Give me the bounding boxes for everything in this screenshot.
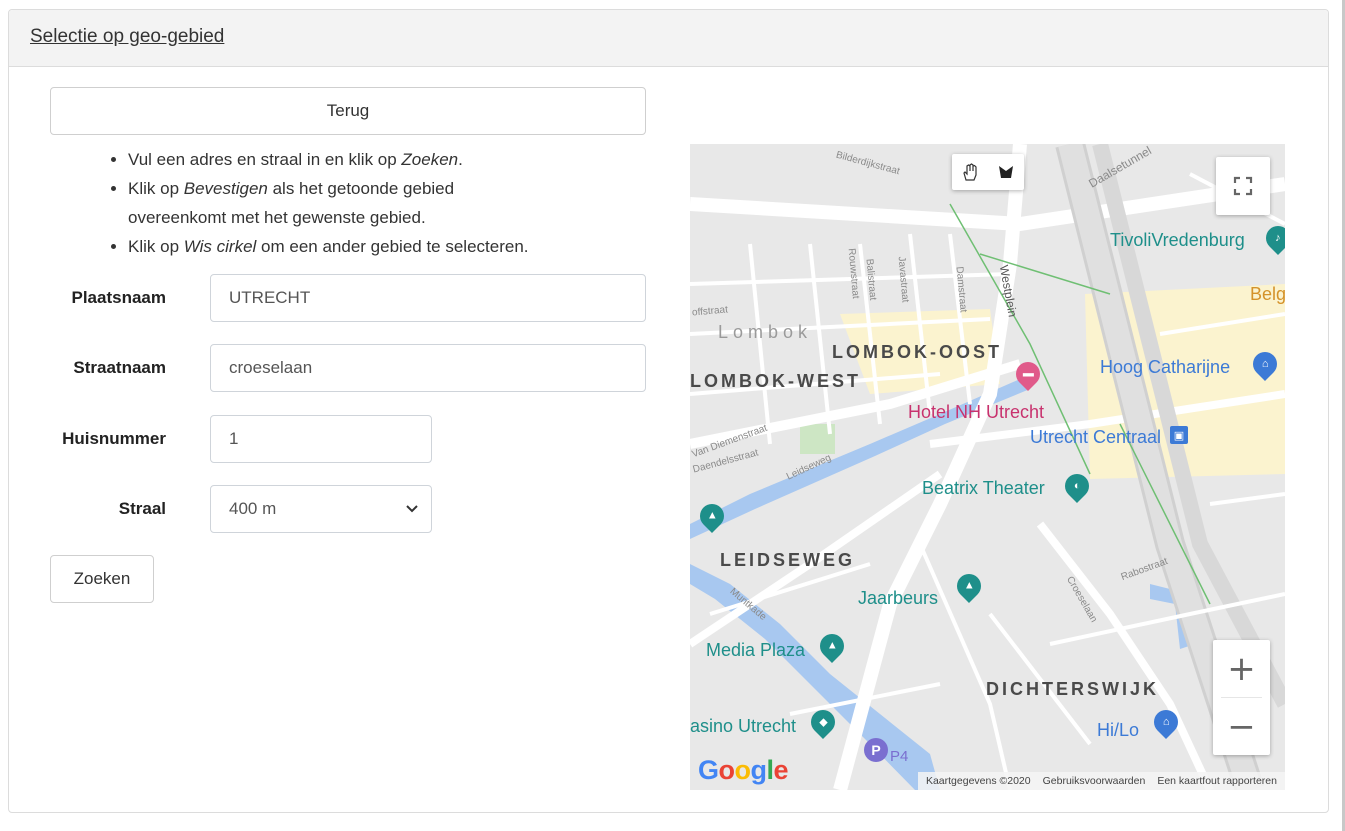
zoom-control: + − — [1213, 640, 1270, 755]
straal-selected-value: 400 m — [229, 499, 277, 518]
instruction-item: Klik op Bevestigen als het getoonde gebi… — [128, 174, 528, 232]
panel-title-link[interactable]: Selectie op geo-gebied — [30, 26, 224, 47]
straal-label: Straal — [118, 499, 166, 518]
hand-icon[interactable] — [960, 162, 980, 182]
huisnummer-input[interactable]: 1 — [210, 415, 432, 463]
draw-shape-icon[interactable] — [996, 162, 1016, 182]
instruction-emphasis: Wis cirkel — [183, 237, 257, 256]
area-label-lombok-west: LOMBOK-WEST — [690, 371, 861, 391]
poi-belg: Belg — [1250, 284, 1285, 304]
area-label-lombok-oost: LOMBOK-OOST — [832, 342, 1002, 362]
huisnummer-value: 1 — [229, 429, 239, 448]
fullscreen-button[interactable] — [1216, 157, 1270, 215]
straatnaam-label: Straatnaam — [73, 358, 166, 377]
map[interactable]: Lombok LOMBOK-OOST LOMBOK-WEST LEIDSEWEG… — [690, 144, 1285, 790]
area-label-dichterswijk: DICHTERSWIJK — [986, 679, 1160, 699]
poi-casino[interactable]: asino Utrecht — [690, 716, 796, 737]
straal-select[interactable]: 400 m — [210, 485, 432, 533]
instruction-item: Klik op Wis cirkel om een ander gebied t… — [128, 232, 662, 261]
poi-hotel-nh[interactable]: Hotel NH Utrecht — [908, 402, 1044, 423]
straatnaam-value: croeselaan — [229, 358, 313, 377]
poi-p4[interactable]: P4 — [890, 748, 908, 765]
poi-tivoli[interactable]: TivoliVredenburg — [1110, 230, 1245, 251]
google-logo: Google — [698, 755, 789, 785]
instruction-text: Klik op — [128, 179, 184, 198]
instruction-text: Vul een adres en straal in en klik op — [128, 150, 402, 169]
instruction-item: Vul een adres en straal in en klik op Zo… — [128, 145, 662, 174]
plaatsnaam-label: Plaatsnaam — [71, 288, 167, 307]
straatnaam-input[interactable]: croeselaan — [210, 344, 646, 392]
fullscreen-icon — [1233, 176, 1253, 196]
area-label-lombok: Lombok — [718, 322, 813, 342]
search-button[interactable]: Zoeken — [50, 555, 154, 603]
map-attribution: Kaartgegevens ©2020 Gebruiksvoorwaarden … — [917, 772, 1285, 790]
instruction-text: om een ander gebied te selecteren. — [256, 237, 529, 256]
train-icon[interactable]: ▣ — [1170, 426, 1188, 444]
poi-utrecht-centraal[interactable]: Utrecht Centraal — [1030, 427, 1161, 448]
huisnummer-label: Huisnummer — [62, 429, 166, 448]
plaatsnaam-input[interactable]: UTRECHT — [210, 274, 646, 322]
plaatsnaam-value: UTRECHT — [229, 288, 311, 307]
area-label-leidseweg: LEIDSEWEG — [720, 550, 856, 570]
poi-hilo[interactable]: Hi/Lo — [1097, 720, 1139, 741]
terms-link[interactable]: Gebruiksvoorwaarden — [1043, 775, 1146, 787]
parking-icon[interactable]: P — [864, 738, 888, 762]
report-error-link[interactable]: Een kaartfout rapporteren — [1157, 775, 1277, 787]
map-drawing-tools — [952, 154, 1024, 190]
chevron-down-icon — [406, 505, 418, 513]
zoom-out-button[interactable]: − — [1213, 698, 1270, 755]
poi-hoog-catharijne[interactable]: Hoog Catharijne — [1100, 357, 1230, 378]
instruction-text: . — [458, 150, 463, 169]
poi-jaarbeurs[interactable]: Jaarbeurs — [858, 588, 938, 609]
instructions-list: Vul een adres en straal in en klik op Zo… — [102, 145, 662, 261]
poi-beatrix[interactable]: Beatrix Theater — [922, 478, 1045, 499]
instruction-emphasis: Bevestigen — [183, 179, 268, 198]
map-data-credit: Kaartgegevens ©2020 — [925, 775, 1031, 787]
panel-header: Selectie op geo-gebied — [9, 10, 1328, 67]
instruction-text: Klik op — [128, 237, 184, 256]
instruction-emphasis: Zoeken — [401, 150, 459, 169]
back-button[interactable]: Terug — [50, 87, 646, 135]
zoom-in-button[interactable]: + — [1213, 640, 1270, 697]
poi-media-plaza[interactable]: Media Plaza — [706, 640, 805, 661]
